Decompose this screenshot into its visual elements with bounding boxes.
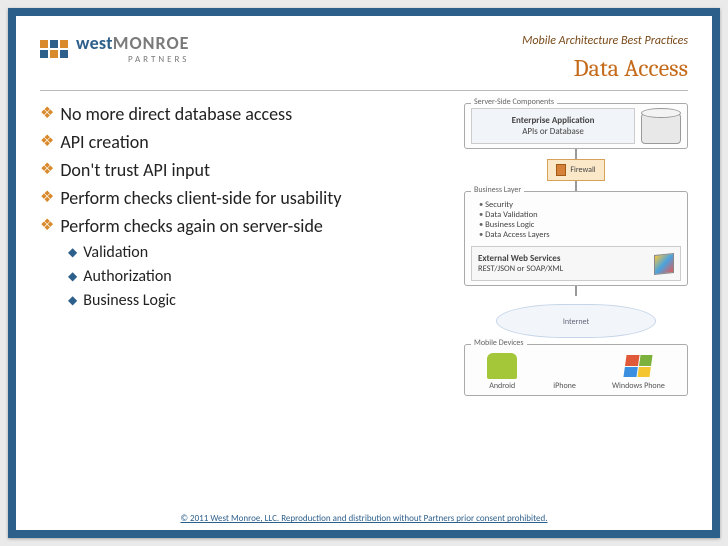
page-title: Data Access [522, 54, 688, 82]
device-label: Android [489, 381, 515, 391]
windows-icon [623, 353, 653, 379]
sub-bullet-text: Business Logic [83, 291, 176, 310]
sub-bullet-item: ◆ Validation [68, 243, 450, 263]
business-item: Security [479, 200, 681, 210]
database-icon [641, 108, 681, 144]
logo-sub: PARTNERS [76, 55, 189, 64]
sub-bullet-list: ◆ Validation ◆ Authorization ◆ Business Log… [68, 243, 450, 311]
apple-icon [550, 353, 580, 379]
sub-bullet-text: Authorization [83, 267, 171, 286]
connector-icon [575, 181, 577, 191]
bullet-item: ❖ Perform checks client-side for usabilit… [40, 187, 450, 209]
device-label: iPhone [553, 381, 576, 391]
business-item: Business Logic [479, 220, 681, 230]
mobile-devices-label: Mobile Devices [471, 338, 527, 348]
server-side-label: Server-Side Components [471, 97, 557, 107]
mobile-devices-box: Mobile Devices Android iPhone Windows Ph… [464, 344, 688, 396]
business-item: Data Validation [479, 210, 681, 220]
content: ❖ No more direct database access ❖ API cre… [40, 103, 688, 396]
logo-brand-right: MONROE [113, 32, 190, 54]
enterprise-title: Enterprise Application [476, 115, 630, 126]
solid-diamond-bullet-icon: ◆ [68, 267, 77, 287]
header: westMONROE PARTNERS Mobile Architecture … [40, 34, 688, 82]
sub-bullet-item: ◆ Business Logic [68, 291, 450, 311]
bullet-text: No more direct database access [60, 103, 292, 125]
diamond-bullet-icon: ❖ [40, 103, 54, 125]
architecture-diagram: Server-Side Components Enterprise Applic… [464, 103, 688, 396]
firewall-box: Firewall [547, 159, 604, 181]
bullet-item: ❖ Don't trust API input [40, 159, 450, 181]
solid-diamond-bullet-icon: ◆ [68, 243, 77, 263]
business-layer-list: Security Data Validation Business Logic … [479, 200, 681, 240]
bullet-item: ❖ Perform checks again on server-side [40, 215, 450, 237]
logo: westMONROE PARTNERS [40, 34, 189, 64]
connector-icon [575, 149, 577, 159]
diamond-bullet-icon: ❖ [40, 215, 54, 237]
business-item: Data Access Layers [479, 230, 681, 240]
enterprise-app-box: Enterprise Application APIs or Database [471, 108, 635, 144]
sub-bullet-text: Validation [83, 243, 148, 262]
firewall-icon [556, 164, 566, 176]
external-title: External Web Services [478, 253, 648, 264]
title-block: Mobile Architecture Best Practices Data … [522, 34, 688, 82]
device-android: Android [487, 353, 517, 391]
cube-icon [654, 252, 674, 274]
enterprise-sub: APIs or Database [522, 126, 584, 137]
device-iphone: iPhone [550, 353, 580, 391]
diamond-bullet-icon: ❖ [40, 159, 54, 181]
diamond-bullet-icon: ❖ [40, 187, 54, 209]
divider [40, 90, 688, 91]
external-sub: REST/JSON or SOAP/XML [478, 264, 563, 274]
firewall-row: Firewall [464, 159, 688, 181]
device-label: Windows Phone [612, 381, 665, 391]
bullet-text: API creation [60, 131, 148, 153]
logo-text: westMONROE PARTNERS [76, 34, 189, 64]
solid-diamond-bullet-icon: ◆ [68, 291, 77, 311]
logo-brand-left: west [76, 32, 113, 54]
android-icon [487, 353, 517, 379]
bullet-text: Perform checks again on server-side [60, 215, 323, 237]
business-layer-label: Business Layer [471, 185, 524, 195]
internet-cloud: Internet [496, 304, 656, 338]
diamond-bullet-icon: ❖ [40, 131, 54, 153]
external-services-box: External Web Services REST/JSON or SOAP/… [471, 246, 681, 281]
bullet-item: ❖ No more direct database access [40, 103, 450, 125]
sub-bullet-item: ◆ Authorization [68, 267, 450, 287]
bullet-item: ❖ API creation [40, 131, 450, 153]
footer-copyright: © 2011 West Monroe, LLC. Reproduction an… [16, 513, 712, 524]
bullet-text: Don't trust API input [60, 159, 210, 181]
slide: westMONROE PARTNERS Mobile Architecture … [8, 8, 720, 538]
supertitle: Mobile Architecture Best Practices [522, 34, 688, 48]
business-layer-box: Business Layer Security Data Validation … [464, 191, 688, 286]
server-side-box: Server-Side Components Enterprise Applic… [464, 103, 688, 149]
device-windows-phone: Windows Phone [612, 353, 665, 391]
firewall-label: Firewall [570, 165, 595, 175]
bullet-text: Perform checks client-side for usability [60, 187, 341, 209]
bullet-list: ❖ No more direct database access ❖ API cre… [40, 103, 450, 396]
cloud-label: Internet [563, 317, 589, 327]
connector-icon [575, 286, 577, 296]
logo-mark-icon [40, 40, 68, 58]
